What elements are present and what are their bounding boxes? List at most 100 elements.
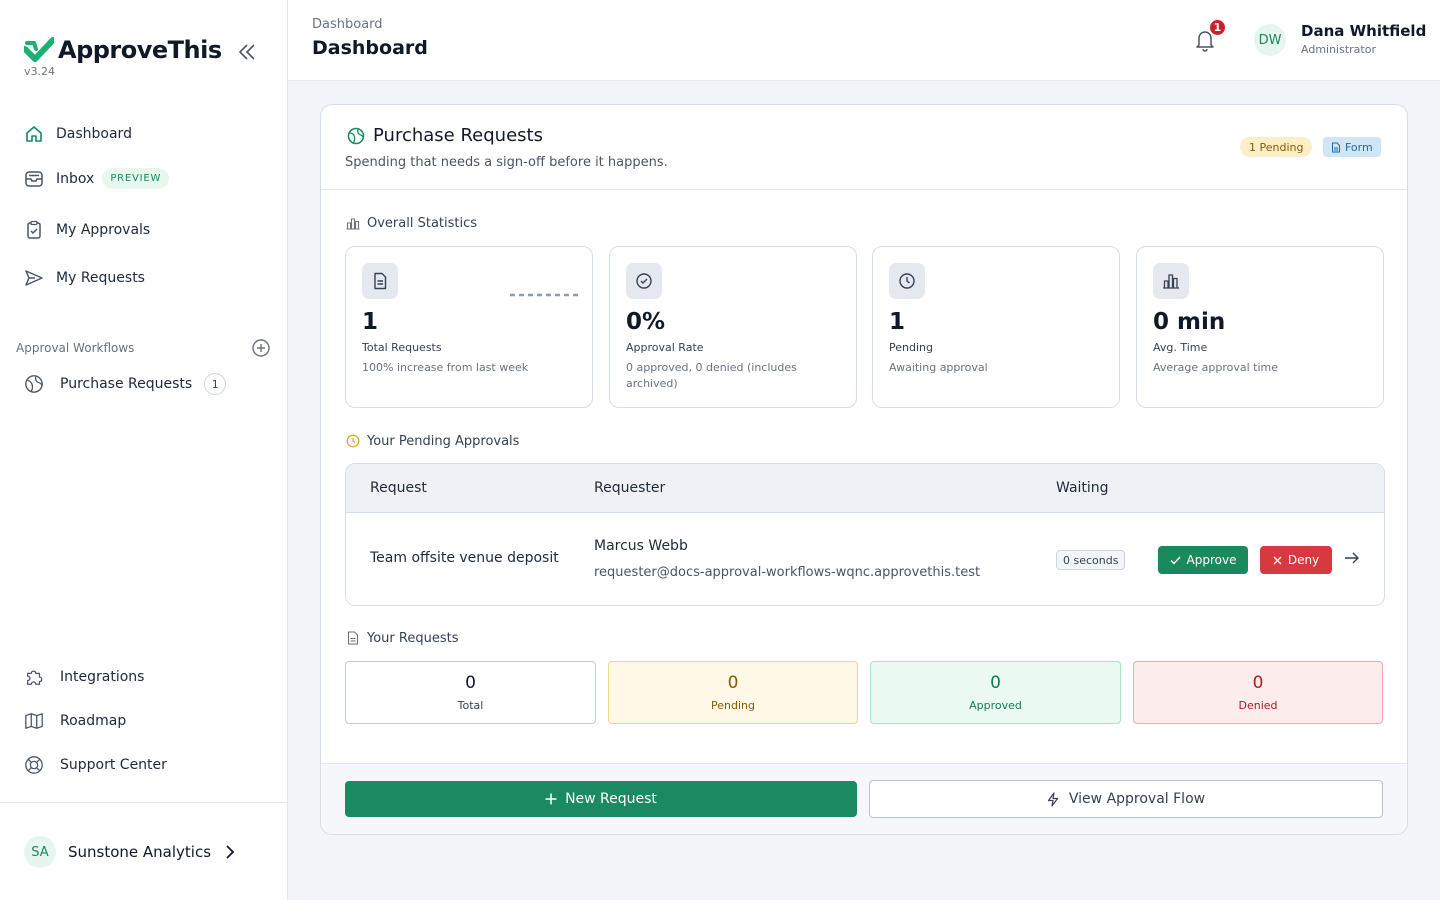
user-avatar[interactable]: DW	[1254, 24, 1286, 56]
new-request-label: New Request	[565, 791, 657, 807]
org-switcher[interactable]: SA Sunstone Analytics	[24, 836, 235, 868]
workflows-section-label: Approval Workflows	[16, 341, 135, 355]
nav-roadmap[interactable]: Roadmap	[24, 711, 126, 731]
preview-badge: PREVIEW	[102, 168, 170, 189]
pending-approvals-label: Your Pending Approvals	[367, 433, 520, 449]
document-icon	[362, 263, 398, 299]
globe-icon	[24, 374, 44, 394]
count-value: 0	[990, 673, 1001, 693]
count-value: 0	[727, 673, 739, 693]
column-header-waiting: Waiting	[1056, 480, 1109, 496]
app-version: v3.24	[24, 65, 56, 78]
new-request-button[interactable]: New Request	[345, 781, 857, 817]
check-icon	[1170, 556, 1180, 564]
workflow-subtitle: Spending that needs a sign-off before it…	[345, 155, 668, 170]
notification-count-badge: 1	[1208, 18, 1227, 37]
breadcrumb[interactable]: Dashboard	[312, 17, 383, 32]
nav-my-approvals[interactable]: My Approvals	[24, 220, 150, 240]
nav-dashboard-label: Dashboard	[56, 126, 132, 142]
bar-chart-icon	[1153, 263, 1189, 299]
stat-value: 0 min	[1153, 309, 1226, 335]
your-requests-label: Your Requests	[367, 630, 459, 646]
collapse-sidebar-button[interactable]	[234, 40, 260, 64]
column-header-requester: Requester	[594, 480, 666, 496]
chevrons-left-icon	[238, 44, 255, 60]
globe-icon	[347, 127, 365, 145]
nav-support-center[interactable]: Support Center	[24, 755, 167, 775]
user-name[interactable]: Dana Whitfield	[1301, 22, 1426, 40]
logo-check-icon	[24, 37, 54, 62]
clock-icon	[345, 433, 361, 449]
top-header: Dashboard Dashboard 1 DW Dana Whitfield …	[288, 0, 1440, 81]
my-requests-pending[interactable]: 0 Pending	[608, 661, 858, 724]
form-badge[interactable]: Form	[1323, 137, 1381, 157]
stat-label: Approval Rate	[626, 341, 704, 354]
workflow-purchase-requests[interactable]: Purchase Requests 1	[24, 373, 227, 395]
my-requests-denied[interactable]: 0 Denied	[1133, 661, 1383, 724]
nav-integrations-label: Integrations	[60, 669, 145, 685]
count-label: Total	[457, 699, 484, 712]
count-value: 0	[1252, 673, 1264, 693]
workflow-label: Purchase Requests	[60, 376, 193, 392]
stat-description: 0 approved, 0 denied (includes archived)	[626, 361, 797, 390]
nav-inbox-label: Inbox	[56, 170, 95, 187]
clock-icon	[889, 263, 925, 299]
nav-integrations[interactable]: Integrations	[24, 667, 144, 687]
workflow-title: Purchase Requests	[373, 125, 543, 146]
plus-icon	[545, 793, 557, 805]
overall-statistics-label: Overall Statistics	[367, 215, 478, 231]
stat-description: Awaiting approval	[889, 361, 988, 374]
stat-description: Average approval time	[1153, 361, 1279, 374]
add-workflow-icon[interactable]	[251, 338, 271, 358]
form-badge-label: Form	[1345, 140, 1373, 154]
stat-value: 0%	[626, 309, 666, 335]
clipboard-check-icon	[24, 220, 44, 240]
page-title: Dashboard	[312, 37, 428, 59]
chevron-right-icon	[226, 845, 235, 859]
send-icon	[24, 268, 44, 288]
pending-approvals-heading: Your Pending Approvals	[345, 433, 519, 449]
view-approval-flow-button[interactable]: View Approval Flow	[869, 780, 1383, 818]
waiting-time-badge: 0 seconds	[1056, 550, 1126, 570]
my-requests-total[interactable]: 0 Total	[345, 661, 596, 724]
workflow-card: Purchase Requests Spending that needs a …	[320, 104, 1408, 835]
stat-label: Pending	[889, 341, 933, 354]
user-role: Administrator	[1301, 43, 1376, 56]
deny-label: Deny	[1287, 553, 1320, 567]
nav-roadmap-label: Roadmap	[60, 713, 127, 729]
table-header: Request Requester Waiting	[346, 464, 1384, 513]
lightning-icon	[1047, 791, 1058, 807]
requester-name: Marcus Webb	[594, 538, 688, 554]
lifebuoy-icon	[24, 755, 44, 775]
my-requests-approved[interactable]: 0 Approved	[870, 661, 1121, 724]
view-approval-flow-label: View Approval Flow	[1068, 791, 1206, 807]
arrow-right-icon[interactable]	[1344, 551, 1360, 565]
document-icon	[1332, 142, 1340, 152]
sidebar: ApproveThis v3.24 Dashboard Inbox PREVIE…	[0, 0, 288, 900]
deny-button[interactable]: Deny	[1260, 546, 1332, 574]
your-requests-heading: Your Requests	[345, 630, 458, 646]
pending-count-badge: 1 Pending	[1240, 137, 1313, 157]
document-icon	[345, 630, 361, 646]
workflow-count-badge: 1	[204, 373, 227, 395]
org-name: Sunstone Analytics	[68, 843, 212, 861]
count-value: 0	[465, 673, 476, 693]
stat-description: 100% increase from last week	[362, 361, 529, 374]
brand[interactable]: ApproveThis	[24, 36, 222, 64]
request-title: Team offsite venue deposit	[370, 550, 559, 566]
puzzle-icon	[24, 667, 44, 687]
count-label: Denied	[1238, 699, 1278, 712]
stat-label: Avg. Time	[1153, 341, 1208, 354]
stat-label: Total Requests	[362, 341, 442, 354]
x-icon	[1273, 556, 1282, 564]
approve-button[interactable]: Approve	[1158, 546, 1248, 574]
org-avatar: SA	[24, 836, 56, 868]
stat-total-requests: 1 Total Requests 100% increase from last…	[345, 246, 593, 408]
nav-my-requests[interactable]: My Requests	[24, 268, 145, 288]
nav-dashboard[interactable]: Dashboard	[24, 124, 132, 144]
approve-label: Approve	[1186, 553, 1237, 567]
count-label: Pending	[711, 699, 755, 712]
inbox-icon	[24, 169, 44, 189]
nav-inbox[interactable]: Inbox PREVIEW	[24, 168, 170, 189]
requester-email: requester@docs-approval-workflows-wqnc.a…	[594, 565, 981, 580]
